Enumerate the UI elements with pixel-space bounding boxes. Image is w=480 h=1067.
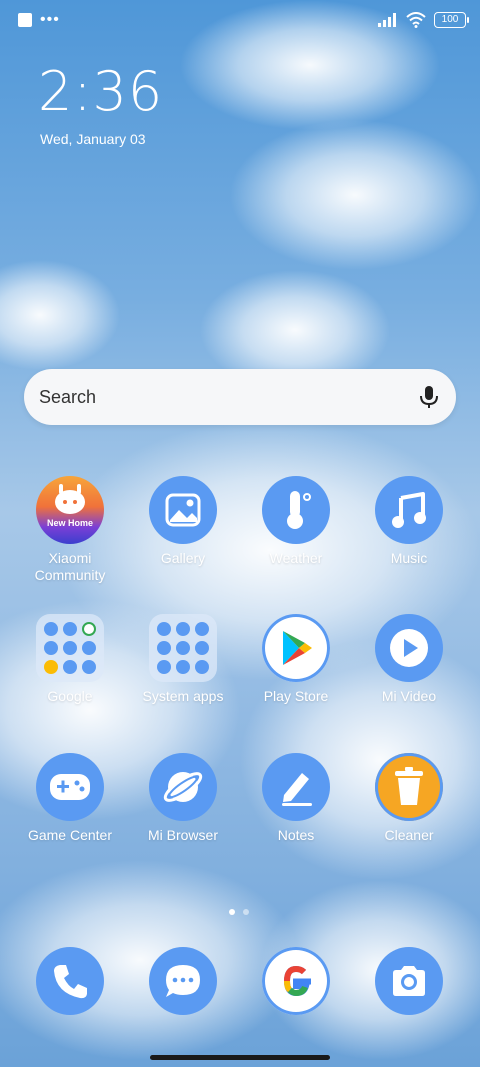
page-dot-active <box>229 909 235 915</box>
system-apps-folder-icon <box>149 614 217 682</box>
app-cleaner[interactable]: Cleaner <box>353 753 465 883</box>
dock-messages[interactable] <box>149 947 219 1017</box>
app-weather[interactable]: Weather <box>240 476 352 606</box>
search-bar[interactable]: Search <box>24 369 456 425</box>
play-store-icon <box>262 614 330 682</box>
thermometer-icon <box>262 476 330 544</box>
app-play-store[interactable]: Play Store <box>240 614 352 744</box>
app-label: Mi Browser <box>147 827 218 843</box>
messages-icon <box>149 947 217 1015</box>
app-mi-video[interactable]: Mi Video <box>353 614 465 744</box>
phone-icon <box>36 947 104 1015</box>
wifi-icon <box>406 12 426 28</box>
app-label: Gallery <box>160 550 206 566</box>
app-label: Music <box>390 550 428 566</box>
home-indicator[interactable] <box>150 1055 330 1060</box>
dock-camera[interactable] <box>375 947 445 1017</box>
gamepad-icon <box>36 753 104 821</box>
app-label: Notes <box>277 827 315 843</box>
dock-google[interactable] <box>262 947 332 1017</box>
battery-icon: 100 <box>434 12 469 28</box>
app-music[interactable]: Music <box>353 476 465 606</box>
app-xiaomi-community[interactable]: New Home Xiaomi Community <box>14 476 126 606</box>
app-label: Google <box>47 688 93 704</box>
app-label: Weather <box>269 550 323 566</box>
folder-system-apps[interactable]: System apps <box>127 614 239 744</box>
app-label: Cleaner <box>384 827 434 843</box>
status-bar: ••• 100 <box>0 0 480 44</box>
trash-icon <box>375 753 443 821</box>
app-game-center[interactable]: Game Center <box>14 753 126 883</box>
play-circle-icon <box>375 614 443 682</box>
app-notes[interactable]: Notes <box>240 753 352 883</box>
notification-icon <box>18 13 32 27</box>
clock-date[interactable]: Wed, January 03 <box>40 131 146 147</box>
app-label: Mi Video <box>381 688 437 704</box>
page-indicator[interactable] <box>229 909 249 915</box>
signal-icon <box>378 13 396 27</box>
globe-icon <box>149 753 217 821</box>
new-home-badge: New Home <box>46 518 93 528</box>
folder-google[interactable]: Google <box>14 614 126 744</box>
search-placeholder: Search <box>39 387 97 407</box>
more-notifications-icon: ••• <box>40 11 60 28</box>
music-note-icon <box>375 476 443 544</box>
page-dot <box>243 909 249 915</box>
xiaomi-community-icon: New Home <box>36 476 104 544</box>
app-label: Game Center <box>27 827 113 843</box>
camera-icon <box>375 947 443 1015</box>
app-gallery[interactable]: Gallery <box>127 476 239 606</box>
google-folder-icon <box>36 614 104 682</box>
pencil-icon <box>262 753 330 821</box>
gallery-icon <box>149 476 217 544</box>
app-mi-browser[interactable]: Mi Browser <box>127 753 239 883</box>
app-label: Play Store <box>263 688 329 704</box>
app-label: Xiaomi Community <box>34 550 106 583</box>
dock-phone[interactable] <box>36 947 106 1017</box>
microphone-icon[interactable] <box>416 384 442 410</box>
app-label: System apps <box>142 688 224 704</box>
google-icon <box>262 947 330 1015</box>
clock-time[interactable]: 2:36 <box>38 60 163 123</box>
